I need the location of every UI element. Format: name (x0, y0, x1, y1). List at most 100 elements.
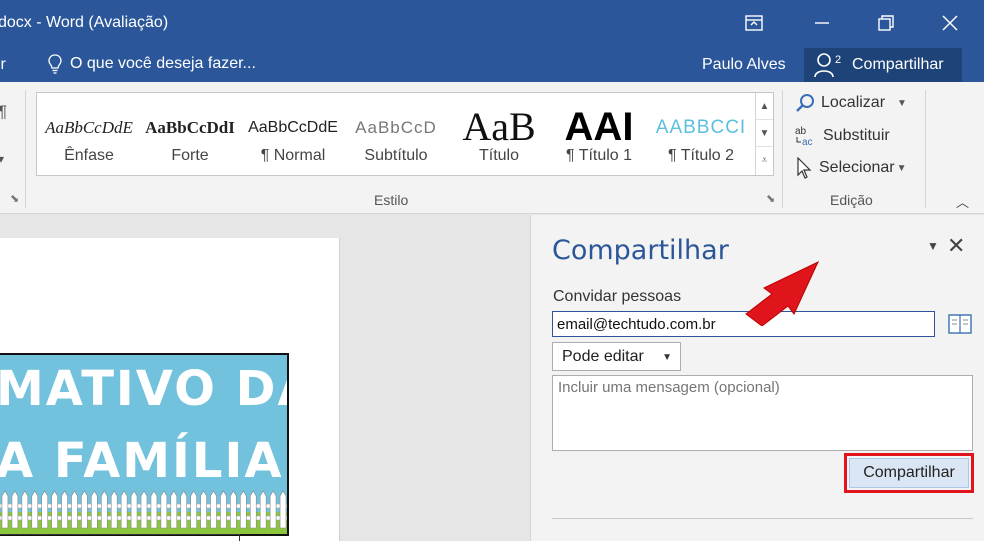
banner-line-2: A FAMÍLIA (0, 433, 284, 489)
restore-button[interactable] (866, 8, 906, 38)
fence-picket (240, 490, 247, 529)
paragraph-dropdown-icon[interactable]: ▾ (0, 152, 4, 166)
fence-picket (81, 490, 88, 529)
tell-me-placeholder: O que você deseja fazer... (70, 55, 256, 72)
red-arrow-annotation (745, 260, 820, 326)
styles-group-label: Estilo (374, 192, 409, 208)
ribbon-tab-stub[interactable]: ir (0, 56, 6, 74)
tell-me-search[interactable]: O que você deseja fazer... (48, 54, 256, 74)
fence-picket (110, 490, 118, 529)
styles-gallery: AaBbCcDdE Ênfase AaBbCcDdI Forte AaBbCcD… (36, 92, 774, 176)
style-label: ¶ Título 1 (565, 147, 633, 164)
gallery-more-icon[interactable]: ⩡ (756, 147, 773, 174)
gallery-scrollbar: ▲ ▼ ⩡ (755, 93, 773, 175)
find-label: Localizar (821, 94, 886, 111)
style-sample: AaBbCcDdI (145, 118, 235, 137)
svg-text:ac: ac (802, 137, 813, 147)
fence-picket (71, 490, 78, 529)
fence-picket (140, 490, 148, 529)
fence-picket (120, 490, 128, 529)
permission-select[interactable]: Pode editar ▼ (552, 342, 681, 371)
lightbulb-icon (48, 54, 62, 74)
restore-icon (878, 15, 894, 31)
share-person-icon: 2 (814, 53, 841, 78)
pilcrow-icon[interactable]: ¶ (0, 102, 7, 122)
ribbon-display-icon (745, 15, 763, 31)
style-label: Ênfase (64, 147, 114, 164)
document-area: MATIVO DA A FAMÍLIA (0, 215, 530, 541)
share-button[interactable]: Compartilhar (849, 458, 969, 488)
fence-picket (31, 490, 39, 529)
fence-picket (61, 490, 68, 529)
share-top-label: Compartilhar (852, 56, 944, 73)
close-icon[interactable]: ✕ (947, 233, 965, 259)
fence-picket (150, 490, 158, 529)
select-label: Selecionar (819, 159, 895, 176)
fence-picket (21, 490, 29, 529)
fence-picket (210, 490, 217, 529)
style-sample: AaBbCcD (355, 118, 437, 137)
pane-options-icon[interactable]: ▼ (927, 239, 939, 253)
user-name[interactable]: Paulo Alves (702, 56, 786, 74)
fence-picket (200, 490, 207, 529)
style-sample: AABBCCI (655, 117, 747, 138)
style-label: ¶ Normal (260, 147, 326, 164)
style-sample: AaBbCcDdE (248, 119, 338, 136)
style-enfase[interactable]: AaBbCcDdE Ênfase (37, 93, 141, 175)
select-button[interactable]: Selecionar ▼ (795, 157, 907, 179)
ribbon: ¶ ▾ ⬊ AaBbCcDdE Ênfase AaBbCcDdI Forte A… (0, 82, 984, 214)
permission-value: Pode editar (562, 347, 644, 365)
ribbon-display-options-button[interactable] (734, 8, 774, 38)
banner-line-1: MATIVO DA (0, 361, 289, 417)
chevron-down-icon: ▼ (896, 162, 907, 174)
invite-label: Convidar pessoas (553, 288, 682, 305)
address-book-icon[interactable] (947, 311, 973, 337)
svg-text:ab: ab (795, 126, 807, 137)
group-separator (25, 90, 26, 208)
text-box[interactable] (0, 534, 240, 541)
gallery-down-icon[interactable]: ▼ (756, 120, 773, 147)
close-icon (942, 15, 958, 31)
style-forte[interactable]: AaBbCcDdI Forte (138, 93, 242, 175)
collapse-ribbon-icon[interactable]: ︿ (956, 192, 969, 211)
fence-picket (269, 490, 277, 529)
message-field[interactable] (552, 375, 973, 451)
style-label: Título (478, 147, 519, 164)
fence-picket (249, 490, 257, 529)
styles-dialog-launcher-icon[interactable]: ⬊ (766, 192, 775, 205)
minimize-button[interactable] (802, 8, 842, 38)
svg-text:2: 2 (835, 54, 841, 66)
gallery-up-icon[interactable]: ▲ (756, 93, 773, 120)
tell-me-bar: ir O que você deseja fazer... Paulo Alve… (0, 48, 984, 82)
style-label: Subtítulo (364, 147, 428, 164)
paragraph-dialog-launcher-icon[interactable]: ⬊ (10, 192, 19, 205)
banner-image[interactable]: MATIVO DA A FAMÍLIA (0, 353, 289, 536)
replace-label: Substituir (823, 127, 890, 144)
fence-picket (160, 490, 168, 529)
style-sample: AaBbCcDdE (45, 118, 133, 137)
replace-button[interactable]: ab ac Substituir (795, 125, 890, 147)
window-title: docx - Word (Avaliação) (0, 14, 169, 31)
style-sample: AAI (564, 107, 634, 147)
fence-picket (180, 490, 187, 529)
style-titulo[interactable]: AaB Título (447, 93, 551, 175)
style-normal[interactable]: AaBbCcDdE ¶ Normal (241, 93, 345, 175)
document-page[interactable]: MATIVO DA A FAMÍLIA (0, 238, 340, 541)
group-separator (925, 90, 926, 208)
chevron-down-icon: ▼ (662, 352, 672, 363)
style-label: ¶ Título 2 (667, 147, 735, 164)
editing-group-label: Edição (830, 192, 873, 208)
fence-picket (230, 490, 237, 529)
fence-picket (130, 490, 138, 529)
search-icon (796, 94, 814, 112)
find-button[interactable]: Localizar ▼ (795, 93, 907, 113)
share-top-button[interactable]: 2 Compartilhar (804, 48, 962, 82)
cursor-arrow-icon (797, 157, 812, 179)
style-sample: AaB (462, 107, 536, 147)
style-titulo-1[interactable]: AAI ¶ Título 1 (547, 93, 651, 175)
style-titulo-2[interactable]: AABBCCI ¶ Título 2 (649, 93, 753, 175)
pane-title: Compartilhar (552, 235, 729, 266)
style-subtitulo[interactable]: AaBbCcD Subtítulo (344, 93, 448, 175)
fence-picket (1, 490, 9, 529)
close-window-button[interactable] (930, 8, 970, 38)
